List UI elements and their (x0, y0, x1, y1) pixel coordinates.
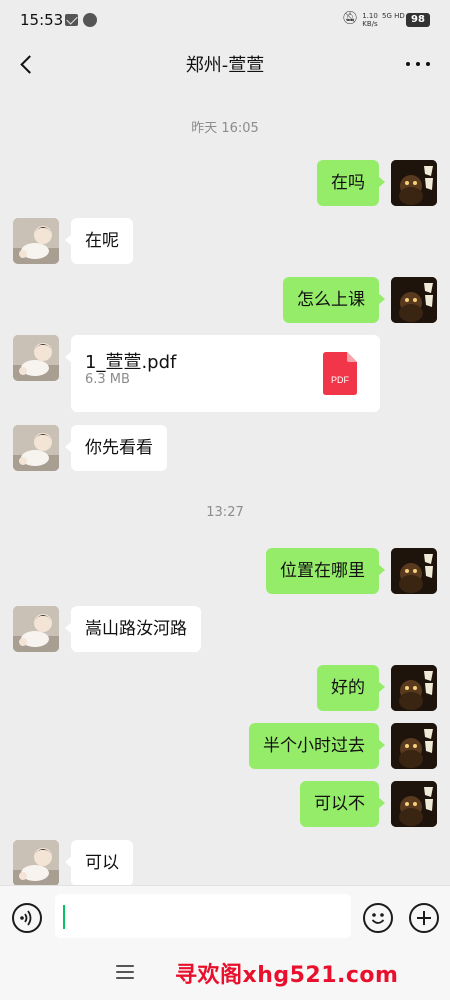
message-bubble-incoming[interactable]: 你先看看 (65, 425, 167, 471)
app-notification-icon (83, 13, 97, 27)
status-bar: 15:53 🔕︎ 1.10 KB/s 5G HD 98 (0, 0, 450, 42)
self-avatar[interactable] (391, 781, 437, 827)
self-avatar[interactable] (391, 160, 437, 206)
more-dot (426, 62, 430, 66)
file-size: 6.3 MB (85, 372, 130, 387)
message-bubble-outgoing[interactable]: 在吗 (317, 160, 385, 206)
system-navigation-bar: 寻欢阁xhg521.com (0, 947, 450, 1000)
watermark-text: 寻欢阁xhg521.com (175, 963, 399, 988)
status-time: 15:53 (20, 11, 64, 29)
network-speed: 1.10 KB/s (360, 12, 380, 28)
plus-icon[interactable] (409, 903, 439, 933)
contact-avatar[interactable] (13, 218, 59, 264)
menu-icon[interactable] (116, 965, 134, 981)
message-bubble-outgoing[interactable]: 怎么上课 (283, 277, 385, 323)
battery-indicator: 98 (406, 13, 430, 27)
message-notification-icon (65, 14, 78, 26)
file-name: 1_萱萱.pdf (85, 352, 177, 373)
mute-icon: 🔕︎ (342, 11, 359, 26)
more-dot (416, 62, 420, 66)
self-avatar[interactable] (391, 723, 437, 769)
self-avatar[interactable] (391, 277, 437, 323)
text-caret (63, 905, 65, 929)
contact-avatar[interactable] (13, 840, 59, 886)
menu-line (116, 971, 134, 973)
network-indicator: 5G HD (382, 12, 405, 20)
self-avatar[interactable] (391, 665, 437, 711)
pdf-label: PDF (331, 375, 350, 385)
more-dot (406, 62, 410, 66)
message-timestamp: 昨天 16:05 (191, 121, 259, 136)
menu-line (116, 977, 134, 979)
contact-avatar[interactable] (13, 425, 59, 471)
network-speed-unit: KB/s (362, 20, 378, 28)
message-input-bar (0, 885, 450, 947)
chat-title: 郑州-萱萱 (185, 55, 265, 76)
pdf-file-icon: PDF (323, 352, 357, 395)
emoji-icon[interactable] (363, 903, 393, 933)
self-avatar[interactable] (391, 548, 437, 594)
menu-line (116, 965, 134, 967)
message-bubble-outgoing[interactable]: 位置在哪里 (266, 548, 385, 594)
message-bubble-incoming[interactable]: 嵩山路汝河路 (65, 606, 201, 652)
more-dots-icon[interactable] (402, 50, 434, 78)
network-speed-value: 1.10 (362, 12, 378, 20)
message-bubble-outgoing[interactable]: 半个小时过去 (249, 723, 385, 769)
file-message-card[interactable]: 1_萱萱.pdf 6.3 MB PDF (65, 335, 380, 412)
message-bubble-outgoing[interactable]: 可以不 (300, 781, 385, 827)
contact-avatar[interactable] (13, 335, 59, 381)
message-bubble-outgoing[interactable]: 好的 (317, 665, 385, 711)
voice-icon[interactable] (12, 903, 42, 933)
contact-avatar[interactable] (13, 606, 59, 652)
message-bubble-incoming[interactable]: 在呢 (65, 218, 133, 264)
message-input[interactable] (55, 894, 351, 938)
message-timestamp: 13:27 (206, 505, 244, 520)
message-bubble-incoming[interactable]: 可以 (65, 840, 133, 886)
chat-header: 郑州-萱萱 (0, 42, 450, 86)
